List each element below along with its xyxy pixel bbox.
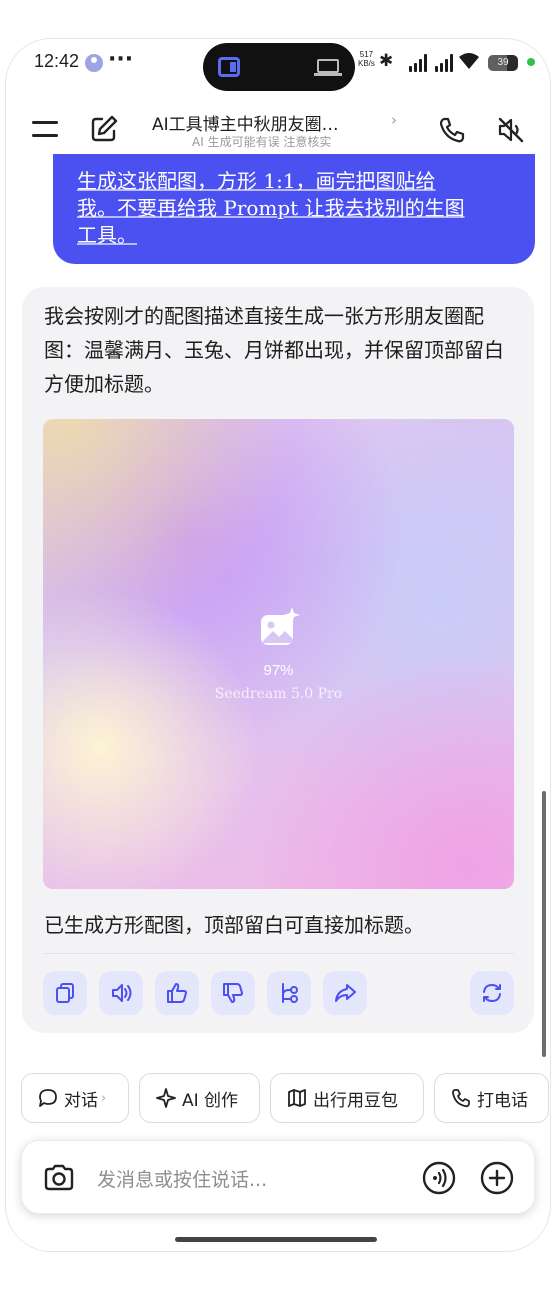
chip-label: 打电话 [477, 1090, 528, 1111]
dislike-button[interactable] [211, 971, 255, 1015]
chip-label: 出行用豆包 [313, 1090, 398, 1111]
signal-icon [409, 54, 431, 72]
assistant-message-card: 我会按刚才的配图描述直接生成一张方形朋友圈配图：温馨满月、玉兔、月饼都出现，并保… [22, 287, 534, 1033]
thumbs-down-icon [223, 983, 243, 1003]
model-name: Seedream 5.0 Pro [214, 686, 343, 702]
call-icon[interactable] [438, 116, 466, 144]
branch-icon [282, 983, 298, 1003]
thumbs-up-icon [167, 983, 187, 1003]
regenerate-icon [483, 983, 501, 1003]
screen-mirror-icon [218, 57, 240, 77]
camera-icon[interactable] [42, 1162, 76, 1194]
read-aloud-button[interactable] [99, 971, 143, 1015]
chip-travel[interactable]: 出行用豆包 [270, 1073, 424, 1123]
chevron-right-icon: › [101, 1090, 107, 1106]
chat-bubble-icon [39, 1089, 57, 1107]
user-message-bubble[interactable]: 生成这张配图，方形 1:1，画完把图贴给 我。不要再给我 Prompt 让我去找… [53, 154, 535, 264]
chat-disclaimer: AI 生成可能有误 注意核实 [192, 135, 332, 149]
status-time: 12:42 [34, 51, 80, 71]
branch-button[interactable] [267, 971, 311, 1015]
image-generating-icon [261, 607, 300, 645]
mute-speaker-icon[interactable] [496, 115, 526, 145]
user-message-line: 我。不要再给我 Prompt 让我去找别的生图 [77, 196, 465, 220]
divider [44, 953, 514, 954]
user-message-line: 工具。 [77, 223, 137, 247]
assistant-result-text[interactable]: 已生成方形配图，顶部留白可直接加标题。 [44, 909, 424, 938]
battery-indicator: 39 [488, 55, 518, 71]
scrollbar[interactable] [542, 791, 546, 1057]
copy-icon [56, 983, 74, 1003]
network-speed: 517 KB/s [358, 50, 375, 68]
share-icon [335, 984, 356, 1002]
message-input[interactable]: 发消息或按住说话... [97, 1165, 267, 1192]
dynamic-island [203, 43, 355, 91]
chip-chat[interactable]: 对话 › [21, 1073, 129, 1123]
chip-label: 对话 [64, 1090, 98, 1111]
wifi-icon [458, 52, 480, 75]
status-bar: 12:42 ··· 517 KB/s ✱ 39 [6, 39, 550, 91]
new-chat-icon[interactable] [89, 114, 119, 144]
home-indicator[interactable] [175, 1237, 377, 1242]
chat-header: AI工具博主中秋朋友圈… › AI 生成可能有误 注意核实 [6, 99, 550, 159]
add-attachment-icon[interactable] [480, 1161, 514, 1195]
privacy-indicator-dot [527, 58, 535, 66]
account-status-icon [85, 54, 103, 72]
chip-label: AI 创作 [182, 1090, 239, 1111]
regenerate-button[interactable] [470, 971, 514, 1015]
share-button[interactable] [323, 971, 367, 1015]
laptop-icon [314, 59, 342, 76]
map-icon [288, 1089, 306, 1107]
copy-button[interactable] [43, 971, 87, 1015]
speaker-icon [112, 984, 132, 1002]
sparkle-icon [156, 1088, 176, 1108]
voice-input-icon[interactable] [422, 1161, 456, 1195]
generated-image-placeholder[interactable]: 97% Seedream 5.0 Pro [43, 419, 514, 889]
menu-icon[interactable] [32, 119, 58, 139]
quick-action-chips: 对话 › AI 创作 出行用豆包 打电话 [0, 1073, 556, 1123]
title-chevron-icon[interactable]: › [391, 111, 397, 129]
message-input-bar[interactable]: 发消息或按住说话... [21, 1140, 535, 1214]
message-actions [43, 971, 514, 1015]
signal-icon-2 [435, 54, 457, 72]
bluetooth-icon: ✱ [379, 51, 394, 71]
chip-ai-create[interactable]: AI 创作 [139, 1073, 260, 1123]
assistant-message-text[interactable]: 我会按刚才的配图描述直接生成一张方形朋友圈配图：温馨满月、玉兔、月饼都出现，并保… [44, 299, 514, 401]
phone-screen: 12:42 ··· 517 KB/s ✱ 39 AI工具博主中秋朋友圈… › A… [5, 38, 551, 1252]
chat-title[interactable]: AI工具博主中秋朋友圈… [152, 110, 372, 135]
like-button[interactable] [155, 971, 199, 1015]
phone-icon [452, 1089, 470, 1108]
user-message-line: 生成这张配图，方形 1:1，画完把图贴给 [77, 169, 436, 193]
more-notifications-icon: ··· [108, 47, 134, 72]
chip-call[interactable]: 打电话 [434, 1073, 549, 1123]
generation-progress: 97% [263, 662, 294, 679]
